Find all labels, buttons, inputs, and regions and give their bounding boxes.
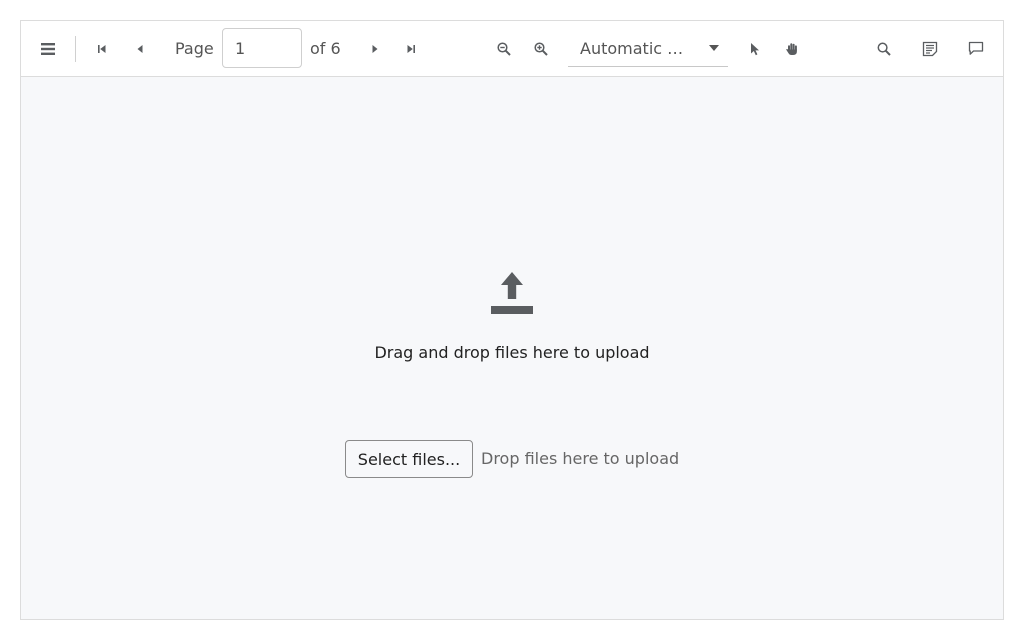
page-label: Page <box>175 39 214 58</box>
sidebar-toggle-icon[interactable] <box>34 35 62 63</box>
page-total: of 6 <box>310 39 341 58</box>
previous-page-icon[interactable] <box>126 35 154 63</box>
annotations-button[interactable] <box>916 21 944 76</box>
comment-button[interactable] <box>962 21 990 76</box>
zoom-select[interactable]: Automatic … <box>568 31 728 67</box>
last-page-icon[interactable] <box>397 35 425 63</box>
upload-icon <box>491 272 533 318</box>
zoom-select-value: Automatic … <box>580 39 684 58</box>
dropzone[interactable]: Drag and drop files here to upload Selec… <box>21 77 1003 619</box>
hand-tool-button[interactable] <box>778 21 806 76</box>
pdf-viewer: Page of 6 Automatic … <box>20 20 1004 620</box>
zoom-in-icon[interactable] <box>527 35 555 63</box>
annotations-icon[interactable] <box>916 35 944 63</box>
last-page-button[interactable] <box>397 21 425 76</box>
first-page-button[interactable] <box>88 21 116 76</box>
select-files-button[interactable]: Select files... <box>345 440 473 478</box>
dropzone-hint: Drop files here to upload <box>481 449 680 468</box>
toolbar: Page of 6 Automatic … <box>21 21 1003 77</box>
next-page-button[interactable] <box>361 21 389 76</box>
page-number-input[interactable] <box>222 28 302 68</box>
zoom-out-icon[interactable] <box>490 35 518 63</box>
page-total-wrap: of 6 <box>310 21 341 76</box>
first-page-icon[interactable] <box>88 35 116 63</box>
chevron-down-icon <box>709 45 719 51</box>
toolbar-separator <box>75 36 76 62</box>
zoom-out-button[interactable] <box>490 21 518 76</box>
select-tool-button[interactable] <box>741 21 769 76</box>
search-icon[interactable] <box>870 35 898 63</box>
previous-page-button[interactable] <box>126 21 154 76</box>
next-page-icon[interactable] <box>361 35 389 63</box>
comment-icon[interactable] <box>962 35 990 63</box>
page-label-wrap: Page <box>175 21 214 76</box>
hand-tool-icon[interactable] <box>778 35 806 63</box>
select-cursor-icon[interactable] <box>741 35 769 63</box>
dropzone-title: Drag and drop files here to upload <box>374 343 650 362</box>
sidebar-toggle-button[interactable] <box>34 21 62 76</box>
zoom-in-button[interactable] <box>527 21 555 76</box>
search-button[interactable] <box>870 21 898 76</box>
